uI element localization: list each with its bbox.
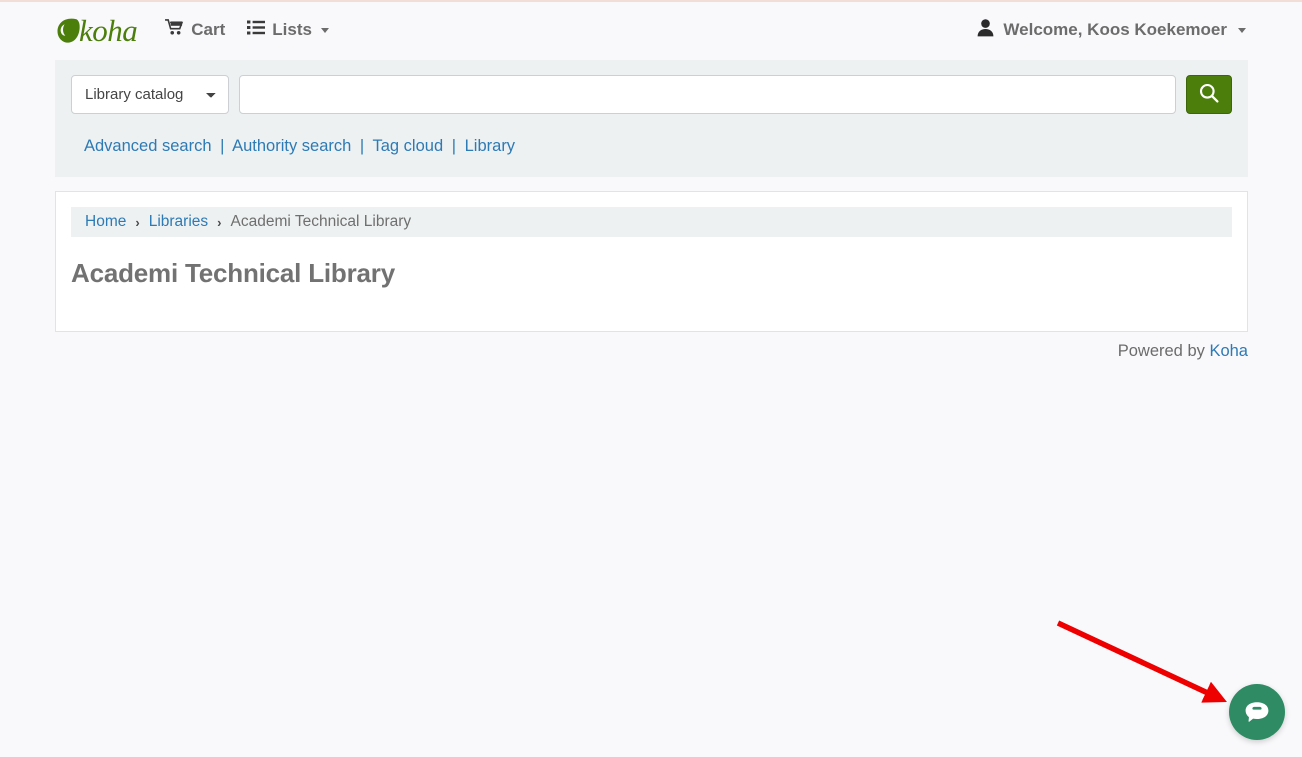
brand-name: koha <box>79 12 138 48</box>
main-navbar: koha Cart Lists Welcome, Koos Koekemoer <box>0 2 1302 58</box>
library-link[interactable]: Library <box>465 137 515 155</box>
search-scope-select[interactable]: Library catalog <box>71 75 229 114</box>
cart-label: Cart <box>191 20 226 39</box>
breadcrumb-item-current: Academi Technical Library <box>230 213 412 230</box>
chat-bubble-icon <box>1242 696 1272 729</box>
koha-logo-link[interactable]: koha <box>55 12 138 48</box>
search-submit-button[interactable] <box>1186 75 1232 114</box>
breadcrumb: Home › Libraries › Academi Technical Lib… <box>71 207 1232 237</box>
user-icon <box>977 18 994 42</box>
powered-by-footer: Powered by Koha <box>0 342 1248 361</box>
user-menu-label: Welcome, Koos Koekemoer <box>1003 20 1227 39</box>
search-form: Library catalog <box>71 75 1232 114</box>
breadcrumb-separator-icon: › <box>135 214 140 230</box>
lists-dropdown[interactable]: Lists <box>247 20 329 40</box>
lists-label: Lists <box>272 20 312 39</box>
search-panel: Library catalog Advanced search | Author… <box>55 60 1248 177</box>
shopping-cart-icon <box>165 19 184 41</box>
page-title: Academi Technical Library <box>71 258 395 288</box>
search-icon <box>1198 82 1220 107</box>
annotation-arrow <box>1056 620 1227 703</box>
search-input[interactable] <box>239 75 1176 114</box>
chevron-down-icon <box>320 27 329 33</box>
link-separator: | <box>451 137 457 155</box>
user-account-menu[interactable]: Welcome, Koos Koekemoer <box>977 18 1246 42</box>
list-icon <box>247 20 266 40</box>
cart-button[interactable]: Cart <box>165 19 225 41</box>
link-separator: | <box>220 137 225 155</box>
breadcrumb-separator-icon: › <box>217 214 222 230</box>
tag-cloud-link[interactable]: Tag cloud <box>373 137 444 155</box>
main-content-card: Home › Libraries › Academi Technical Lib… <box>55 191 1248 332</box>
breadcrumb-item-libraries[interactable]: Libraries <box>149 213 208 231</box>
navbar-links: Cart Lists <box>165 19 329 41</box>
powered-by-text: Powered by <box>1117 342 1210 360</box>
chat-widget-button[interactable] <box>1229 684 1285 740</box>
breadcrumb-item-home[interactable]: Home <box>85 213 126 231</box>
link-separator: | <box>359 137 365 155</box>
koha-footer-link[interactable]: Koha <box>1209 342 1248 360</box>
chevron-down-icon <box>1238 27 1246 33</box>
leaf-icon <box>55 15 81 45</box>
authority-search-link[interactable]: Authority search <box>232 137 351 155</box>
advanced-search-link[interactable]: Advanced search <box>84 137 212 155</box>
search-quick-links: Advanced search | Authority search | Tag… <box>71 137 1232 156</box>
